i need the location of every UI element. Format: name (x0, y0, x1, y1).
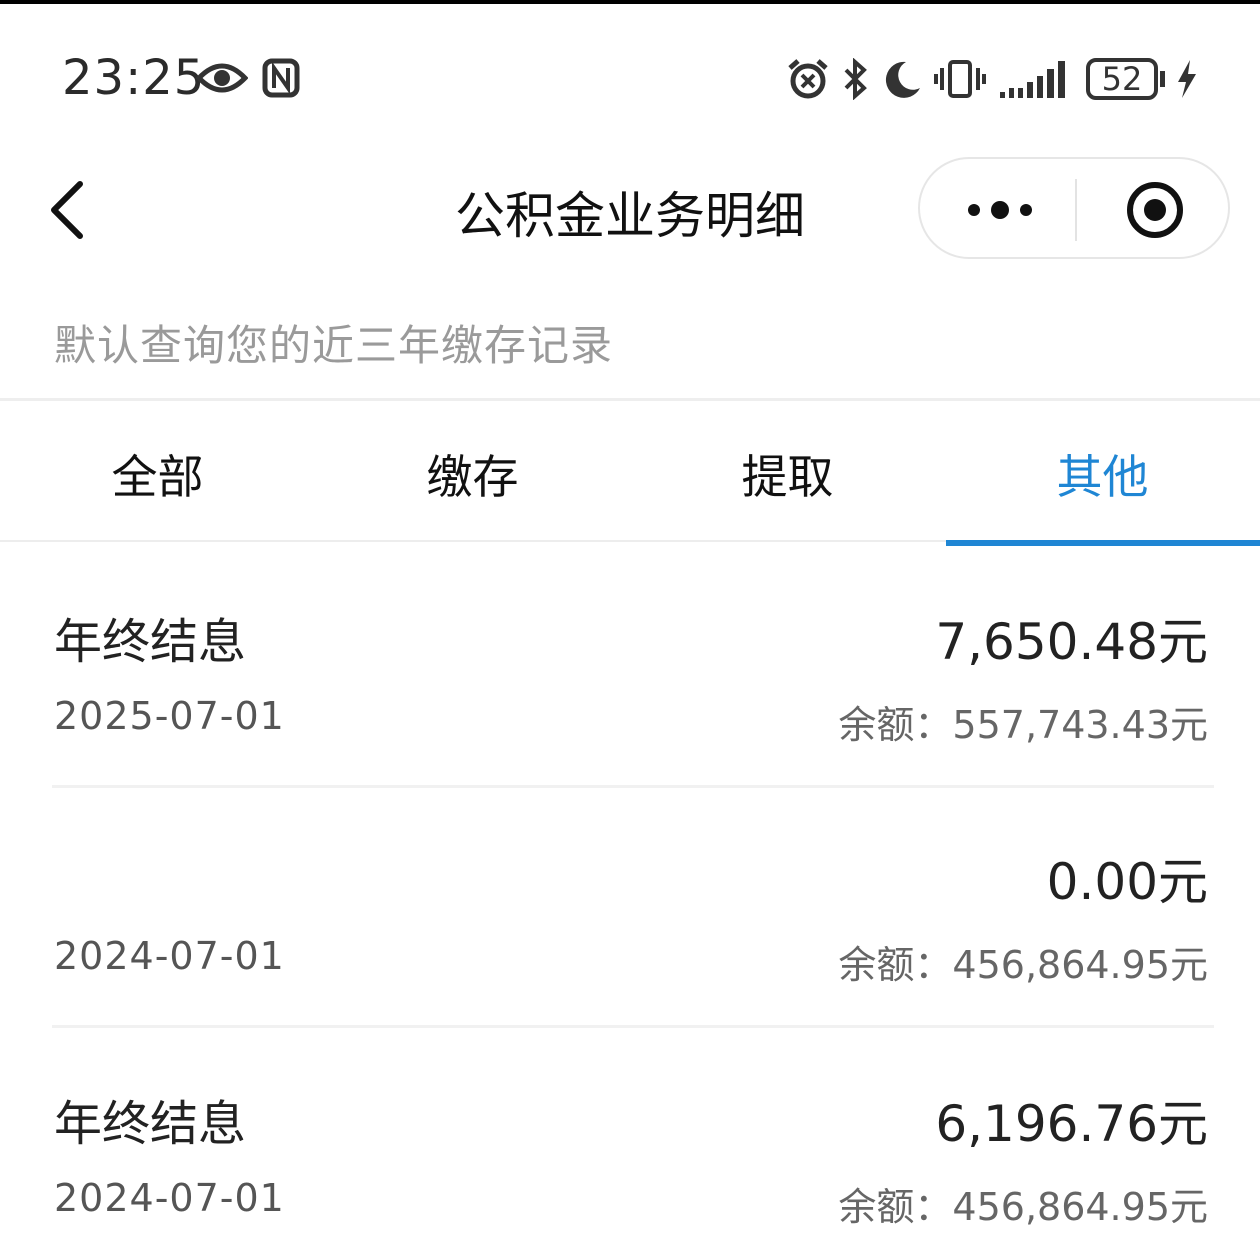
status-time: 23:25 (62, 50, 206, 106)
tab-bar: 全部 缴存 提取 其他 (0, 401, 1260, 541)
alarm-icon (788, 59, 828, 99)
record-amount: 6,196.76元 (935, 1095, 1208, 1153)
vibrate-icon (934, 60, 986, 98)
more-options-icon[interactable] (960, 191, 1040, 229)
list-item[interactable]: 0.00元 2024-07-01 余额：456,864.95元 (0, 786, 1260, 1026)
record-type: 年终结息 (54, 1096, 247, 1152)
miniprogram-capsule (918, 157, 1230, 259)
battery-icon: 52 (1086, 58, 1158, 100)
moon-icon (885, 61, 920, 98)
eye-icon (196, 63, 248, 93)
record-date: 2024-07-01 (54, 1176, 285, 1220)
battery-level: 52 (1101, 60, 1143, 98)
record-balance: 余额：456,864.95元 (838, 943, 1208, 987)
record-amount: 7,650.48元 (935, 613, 1208, 671)
record-type: 年终结息 (54, 614, 247, 670)
tab-other[interactable]: 其他 (945, 441, 1260, 507)
status-bar: 23:25 52 (0, 4, 1260, 140)
list-item[interactable]: 年终结息 7,650.48元 2025-07-01 余额：557,743.43元 (0, 546, 1260, 786)
record-balance: 余额：557,743.43元 (838, 703, 1208, 747)
bluetooth-icon (844, 58, 867, 100)
nfc-icon (262, 58, 300, 98)
battery-tip (1160, 71, 1165, 87)
tab-all[interactable]: 全部 (0, 441, 315, 507)
tab-withdraw[interactable]: 提取 (630, 441, 945, 507)
record-date: 2024-07-01 (54, 934, 285, 978)
capsule-divider (1075, 179, 1077, 241)
query-hint: 默认查询您的近三年缴存记录 (54, 321, 614, 370)
signal-icon (1000, 61, 1065, 98)
close-miniprogram-icon[interactable] (1125, 180, 1185, 240)
charging-icon (1178, 60, 1196, 98)
tab-deposit[interactable]: 缴存 (315, 441, 630, 507)
record-amount: 0.00元 (1046, 853, 1208, 911)
record-date: 2025-07-01 (54, 694, 285, 738)
record-balance: 余额：456,864.95元 (838, 1185, 1208, 1229)
list-item[interactable]: 年终结息 6,196.76元 2024-07-01 余额：456,864.95元 (0, 1028, 1260, 1260)
